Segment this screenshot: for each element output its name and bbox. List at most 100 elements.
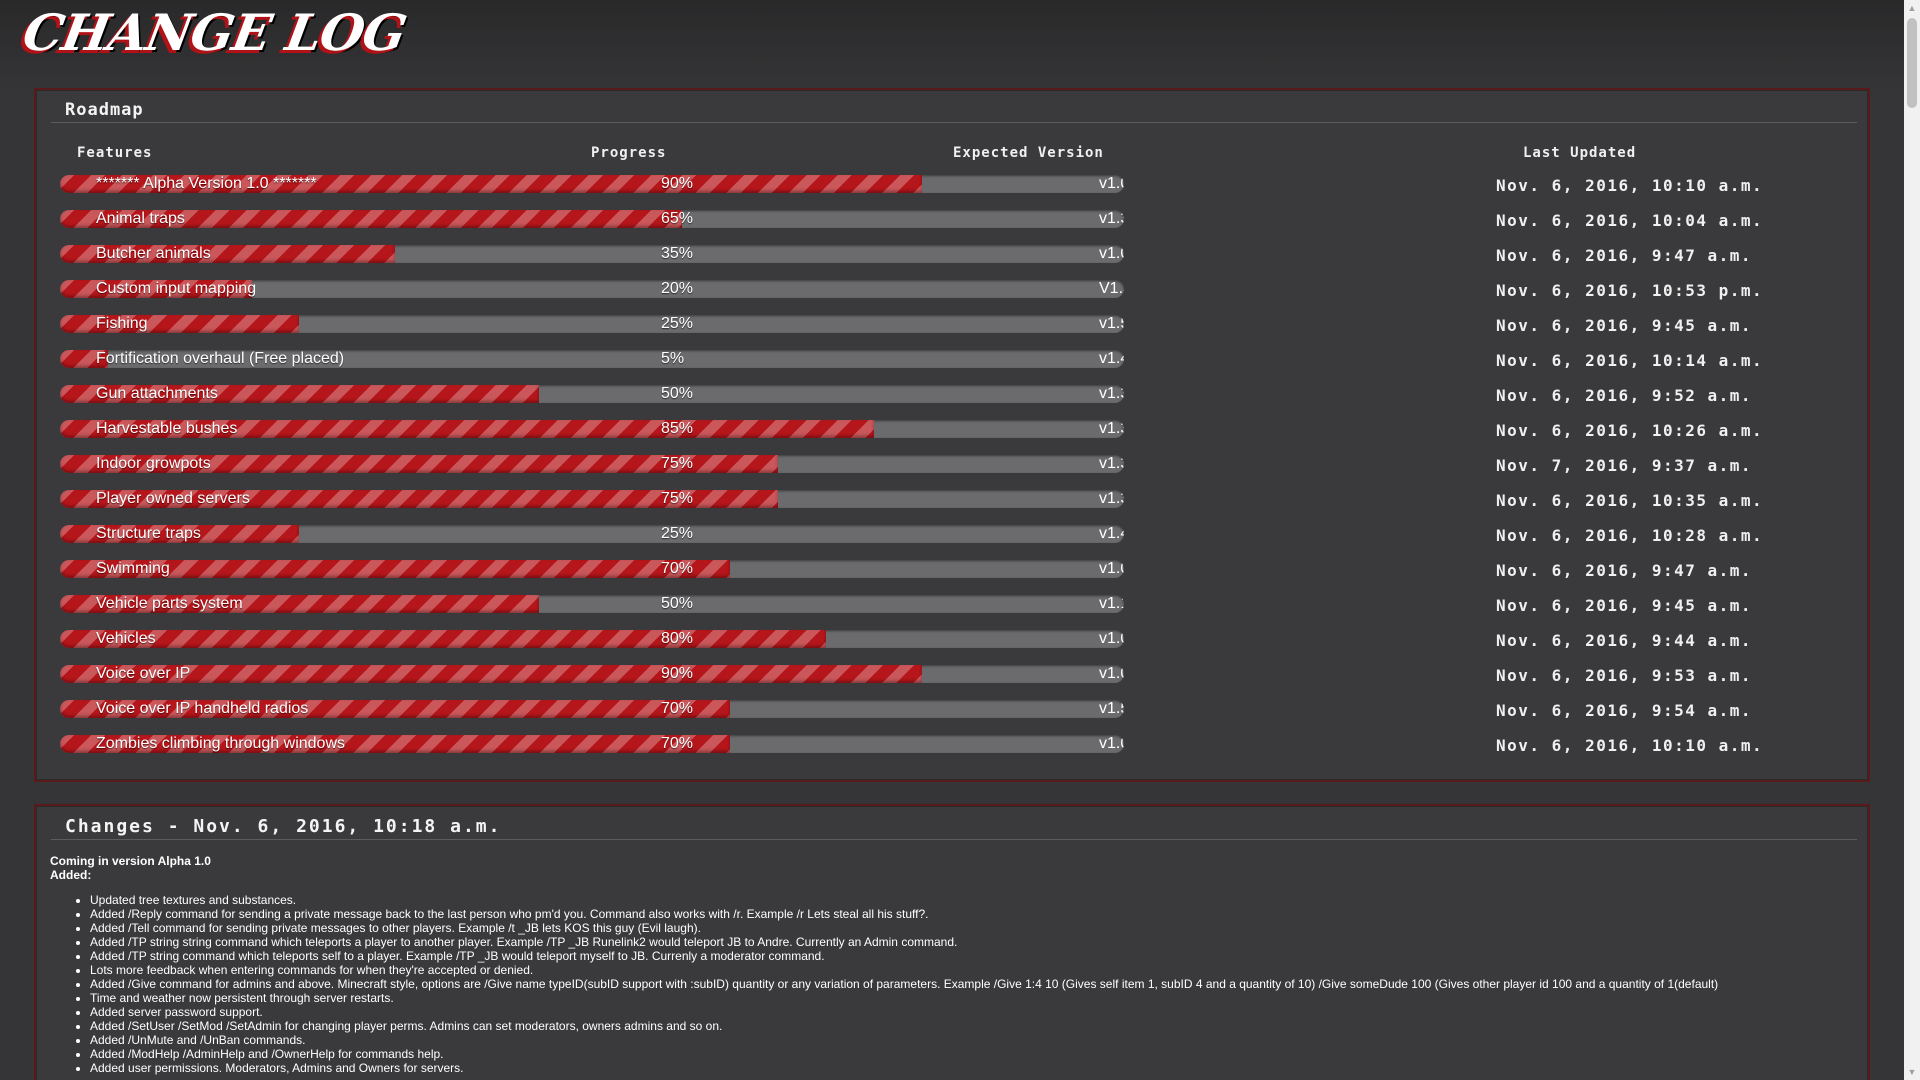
roadmap-row: Custom input mapping 20% V1.3 Nov. 6, 2016,…: [36, 280, 1868, 300]
last-updated: Nov. 6, 2016, 9:54 a.m.: [1496, 701, 1753, 720]
progress-percent: 75%: [661, 455, 694, 472]
roadmap-row: Fortification overhaul (Free placed) 5% v1…: [36, 350, 1868, 370]
scroll-up-arrow-icon[interactable]: ▲: [1904, 0, 1920, 16]
progress-percent: 90%: [661, 665, 694, 682]
last-updated: Nov. 6, 2016, 9:45 a.m.: [1496, 596, 1753, 615]
change-item: Lots more feedback when entering command…: [90, 963, 1718, 977]
progress-bar: Fishing 25% v1.5: [60, 315, 1124, 333]
progress-bar: Structure traps 25% v1.4: [60, 525, 1124, 543]
expected-version: V1.3: [1099, 280, 1124, 297]
last-updated: Nov. 6, 2016, 10:14 a.m.: [1496, 351, 1764, 370]
feature-name: ******* Alpha Version 1.0 *******: [96, 175, 317, 192]
expected-version: v1.1: [1099, 595, 1124, 612]
progress-percent: 25%: [661, 525, 694, 542]
header-features: Features: [77, 145, 153, 161]
progress-bar: Animal traps 65% v1.3: [60, 210, 1124, 228]
progress-bar: Fortification overhaul (Free placed) 5% v1…: [60, 350, 1124, 368]
roadmap-row: Gun attachments 50% v1.3 Nov. 6, 2016, 9:52…: [36, 385, 1868, 405]
roadmap-row: Animal traps 65% v1.3 Nov. 6, 2016, 10:04 a…: [36, 210, 1868, 230]
changes-title: Changes - Nov. 6, 2016, 10:18 a.m.: [51, 816, 1857, 840]
progress-percent: 20%: [661, 280, 694, 297]
progress-bar: Voice over IP 90% v1.0: [60, 665, 1124, 683]
roadmap-row: Harvestable bushes 85% v1.3 Nov. 6, 2016, 1…: [36, 420, 1868, 440]
feature-name: Vehicle parts system: [96, 595, 243, 612]
page-scrollbar[interactable]: ▲ ▼: [1904, 0, 1920, 1080]
progress-bar: Zombies climbing through windows 70% v1.0: [60, 735, 1124, 753]
progress-bar: Butcher animals 35% v1.0: [60, 245, 1124, 263]
last-updated: Nov. 6, 2016, 9:47 a.m.: [1496, 246, 1753, 265]
roadmap-row: Structure traps 25% v1.4 Nov. 6, 2016, 10:2…: [36, 525, 1868, 545]
change-item: Updated tree textures and substances.: [90, 893, 1718, 907]
header-last-updated: Last Updated: [1523, 145, 1637, 161]
feature-name: Fishing: [96, 315, 148, 332]
feature-name: Indoor growpots: [96, 455, 211, 472]
feature-name: Harvestable bushes: [96, 420, 238, 437]
feature-name: Structure traps: [96, 525, 201, 542]
header-expected-version: Expected Version: [953, 145, 1104, 161]
expected-version: v1.3: [1099, 210, 1124, 227]
change-item: Added /Tell command for sending private …: [90, 921, 1718, 935]
roadmap-title: Roadmap: [51, 100, 1857, 123]
expected-version: v1.5: [1099, 700, 1124, 717]
expected-version: v1.3: [1099, 420, 1124, 437]
changes-list: Updated tree textures and substances.Add…: [50, 893, 1718, 1075]
progress-percent: 70%: [661, 560, 694, 577]
roadmap-row: Vehicle parts system 50% v1.1 Nov. 6, 2016,…: [36, 595, 1868, 615]
progress-percent: 75%: [661, 490, 694, 507]
roadmap-row: Zombies climbing through windows 70% v1.0 N…: [36, 735, 1868, 755]
progress-percent: 5%: [661, 350, 685, 367]
change-item: Added /SetUser /SetMod /SetAdmin for cha…: [90, 1019, 1718, 1033]
progress-bar: ******* Alpha Version 1.0 ******* 90% v1.0: [60, 175, 1124, 193]
change-item: Added /Give command for admins and above…: [90, 977, 1718, 991]
expected-version: v1.4: [1099, 525, 1124, 542]
feature-name: Voice over IP: [96, 665, 191, 682]
progress-fill: [60, 630, 827, 648]
progress-bar: Harvestable bushes 85% v1.3: [60, 420, 1124, 438]
roadmap-panel: Roadmap Features Progress Expected Versi…: [34, 88, 1870, 782]
expected-version: v1.0: [1099, 665, 1124, 682]
progress-bar: Vehicle parts system 50% v1.1: [60, 595, 1124, 613]
change-item: Added /TP string command which teleports…: [90, 949, 1718, 963]
changes-body: Coming in version Alpha 1.0 Added: Updat…: [50, 854, 1718, 1075]
expected-version: v1.5: [1099, 315, 1124, 332]
page: CHANGE LOG Roadmap Features Progress Exp…: [0, 0, 1920, 1080]
change-item: Added /TP string string command which te…: [90, 935, 1718, 949]
progress-bar: Player owned servers 75% v1.3: [60, 490, 1124, 508]
last-updated: Nov. 6, 2016, 10:28 a.m.: [1496, 526, 1764, 545]
last-updated: Nov. 6, 2016, 9:47 a.m.: [1496, 561, 1753, 580]
expected-version: v1.3: [1099, 455, 1124, 472]
expected-version: v1.3: [1099, 385, 1124, 402]
expected-version: v1.3: [1099, 490, 1124, 507]
scroll-down-arrow-icon[interactable]: ▼: [1904, 1064, 1920, 1080]
progress-percent: 65%: [661, 210, 694, 227]
expected-version: v1.0: [1099, 175, 1124, 192]
expected-version: v1.4: [1099, 350, 1124, 367]
roadmap-row: Swimming 70% v1.0 Nov. 6, 2016, 9:47 a.m.: [36, 560, 1868, 580]
progress-percent: 85%: [661, 420, 694, 437]
progress-percent: 50%: [661, 595, 694, 612]
change-item: Time and weather now persistent through …: [90, 991, 1718, 1005]
roadmap-row: Butcher animals 35% v1.0 Nov. 6, 2016, 9:47…: [36, 245, 1868, 265]
feature-name: Swimming: [96, 560, 170, 577]
change-item: Added /ModHelp /AdminHelp and /OwnerHelp…: [90, 1047, 1718, 1061]
progress-bar: Gun attachments 50% v1.3: [60, 385, 1124, 403]
last-updated: Nov. 7, 2016, 9:37 a.m.: [1496, 456, 1753, 475]
last-updated: Nov. 6, 2016, 9:53 a.m.: [1496, 666, 1753, 685]
last-updated: Nov. 6, 2016, 10:10 a.m.: [1496, 736, 1764, 755]
roadmap-row: Voice over IP handheld radios 70% v1.5 Nov.…: [36, 700, 1868, 720]
roadmap-row: Voice over IP 90% v1.0 Nov. 6, 2016, 9:53 a…: [36, 665, 1868, 685]
progress-bar: Voice over IP handheld radios 70% v1.5: [60, 700, 1124, 718]
feature-name: Zombies climbing through windows: [96, 735, 345, 752]
last-updated: Nov. 6, 2016, 10:35 a.m.: [1496, 491, 1764, 510]
changelog-logo[interactable]: CHANGE LOG: [19, 2, 411, 62]
progress-percent: 25%: [661, 315, 694, 332]
progress-bar: Swimming 70% v1.0: [60, 560, 1124, 578]
added-label: Added:: [50, 868, 92, 882]
last-updated: Nov. 6, 2016, 10:04 a.m.: [1496, 211, 1764, 230]
feature-name: Player owned servers: [96, 490, 250, 507]
change-item: Added /Reply command for sending a priva…: [90, 907, 1718, 921]
scroll-thumb[interactable]: [1907, 18, 1917, 108]
roadmap-row: Player owned servers 75% v1.3 Nov. 6, 2016,…: [36, 490, 1868, 510]
feature-name: Animal traps: [96, 210, 185, 227]
expected-version: v1.0: [1099, 735, 1124, 752]
